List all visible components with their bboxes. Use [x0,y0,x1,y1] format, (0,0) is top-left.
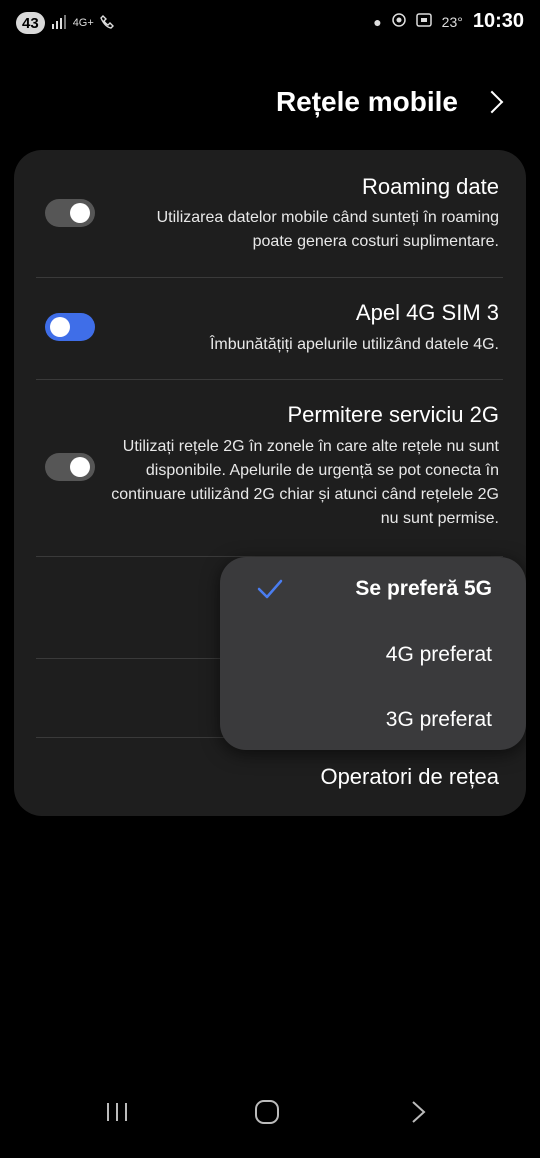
page-header[interactable]: Rețele mobile [275,86,504,118]
status-bar: 43 4G+ ● 23° 10:30 [0,0,540,48]
chevron-right-icon [480,90,504,114]
page-title: Rețele mobile [275,86,458,117]
home-icon[interactable] [254,1100,280,1124]
menu-option-5g[interactable]: Se preferă 5G [355,577,492,601]
setting-roaming-data[interactable]: Roaming date Utilizarea datelor mobile c… [14,150,526,277]
notification-badge: 43 [16,12,45,34]
setting-volte[interactable]: Apel 4G SIM 3 Îmbunătățiți apelurile uti… [14,278,526,380]
clock: 10:30 [472,10,524,32]
setting-allow-2g[interactable]: Permitere serviciu 2G Utilizați rețele 2… [14,380,526,556]
network-mode-menu: Se preferă 5G 4G preferat 3G preferat [220,557,526,750]
recents-icon[interactable] [104,1100,130,1124]
setting-title: Apel 4G SIM 3 [355,300,499,325]
volte-toggle[interactable] [45,313,95,341]
setting-description: Îmbunătățiți apelurile utilizând datele … [209,336,499,353]
temperature: 23° [441,13,463,30]
menu-option-4g[interactable]: 4G preferat [386,643,492,667]
signal-icon [51,14,67,32]
setting-description: Utilizați rețele 2G în zonele în care al… [111,438,499,527]
status-left: 43 4G+ [16,12,114,34]
network-operators-item[interactable]: Operatori de rețea [320,764,499,790]
chrome-icon [391,13,406,30]
status-right: ● 23° 10:30 [373,10,524,33]
setting-description: Utilizarea datelor mobile când sunteți î… [156,209,499,250]
dot-icon: ● [373,13,382,30]
allow-2g-toggle[interactable] [45,453,95,481]
checkmark-icon [257,579,283,599]
toggle-knob [70,457,90,477]
toggle-knob [70,203,90,223]
back-icon[interactable] [406,1100,432,1124]
toggle-knob [50,317,70,337]
setting-title: Permitere serviciu 2G [287,402,499,427]
network-type: 4G+ [72,17,94,29]
wifi-call-icon [99,14,114,32]
menu-option-3g[interactable]: 3G preferat [386,708,492,732]
navigation-bar [0,1088,540,1158]
screen-record-icon [415,13,432,30]
setting-title: Roaming date [362,174,499,199]
roaming-toggle[interactable] [45,199,95,227]
